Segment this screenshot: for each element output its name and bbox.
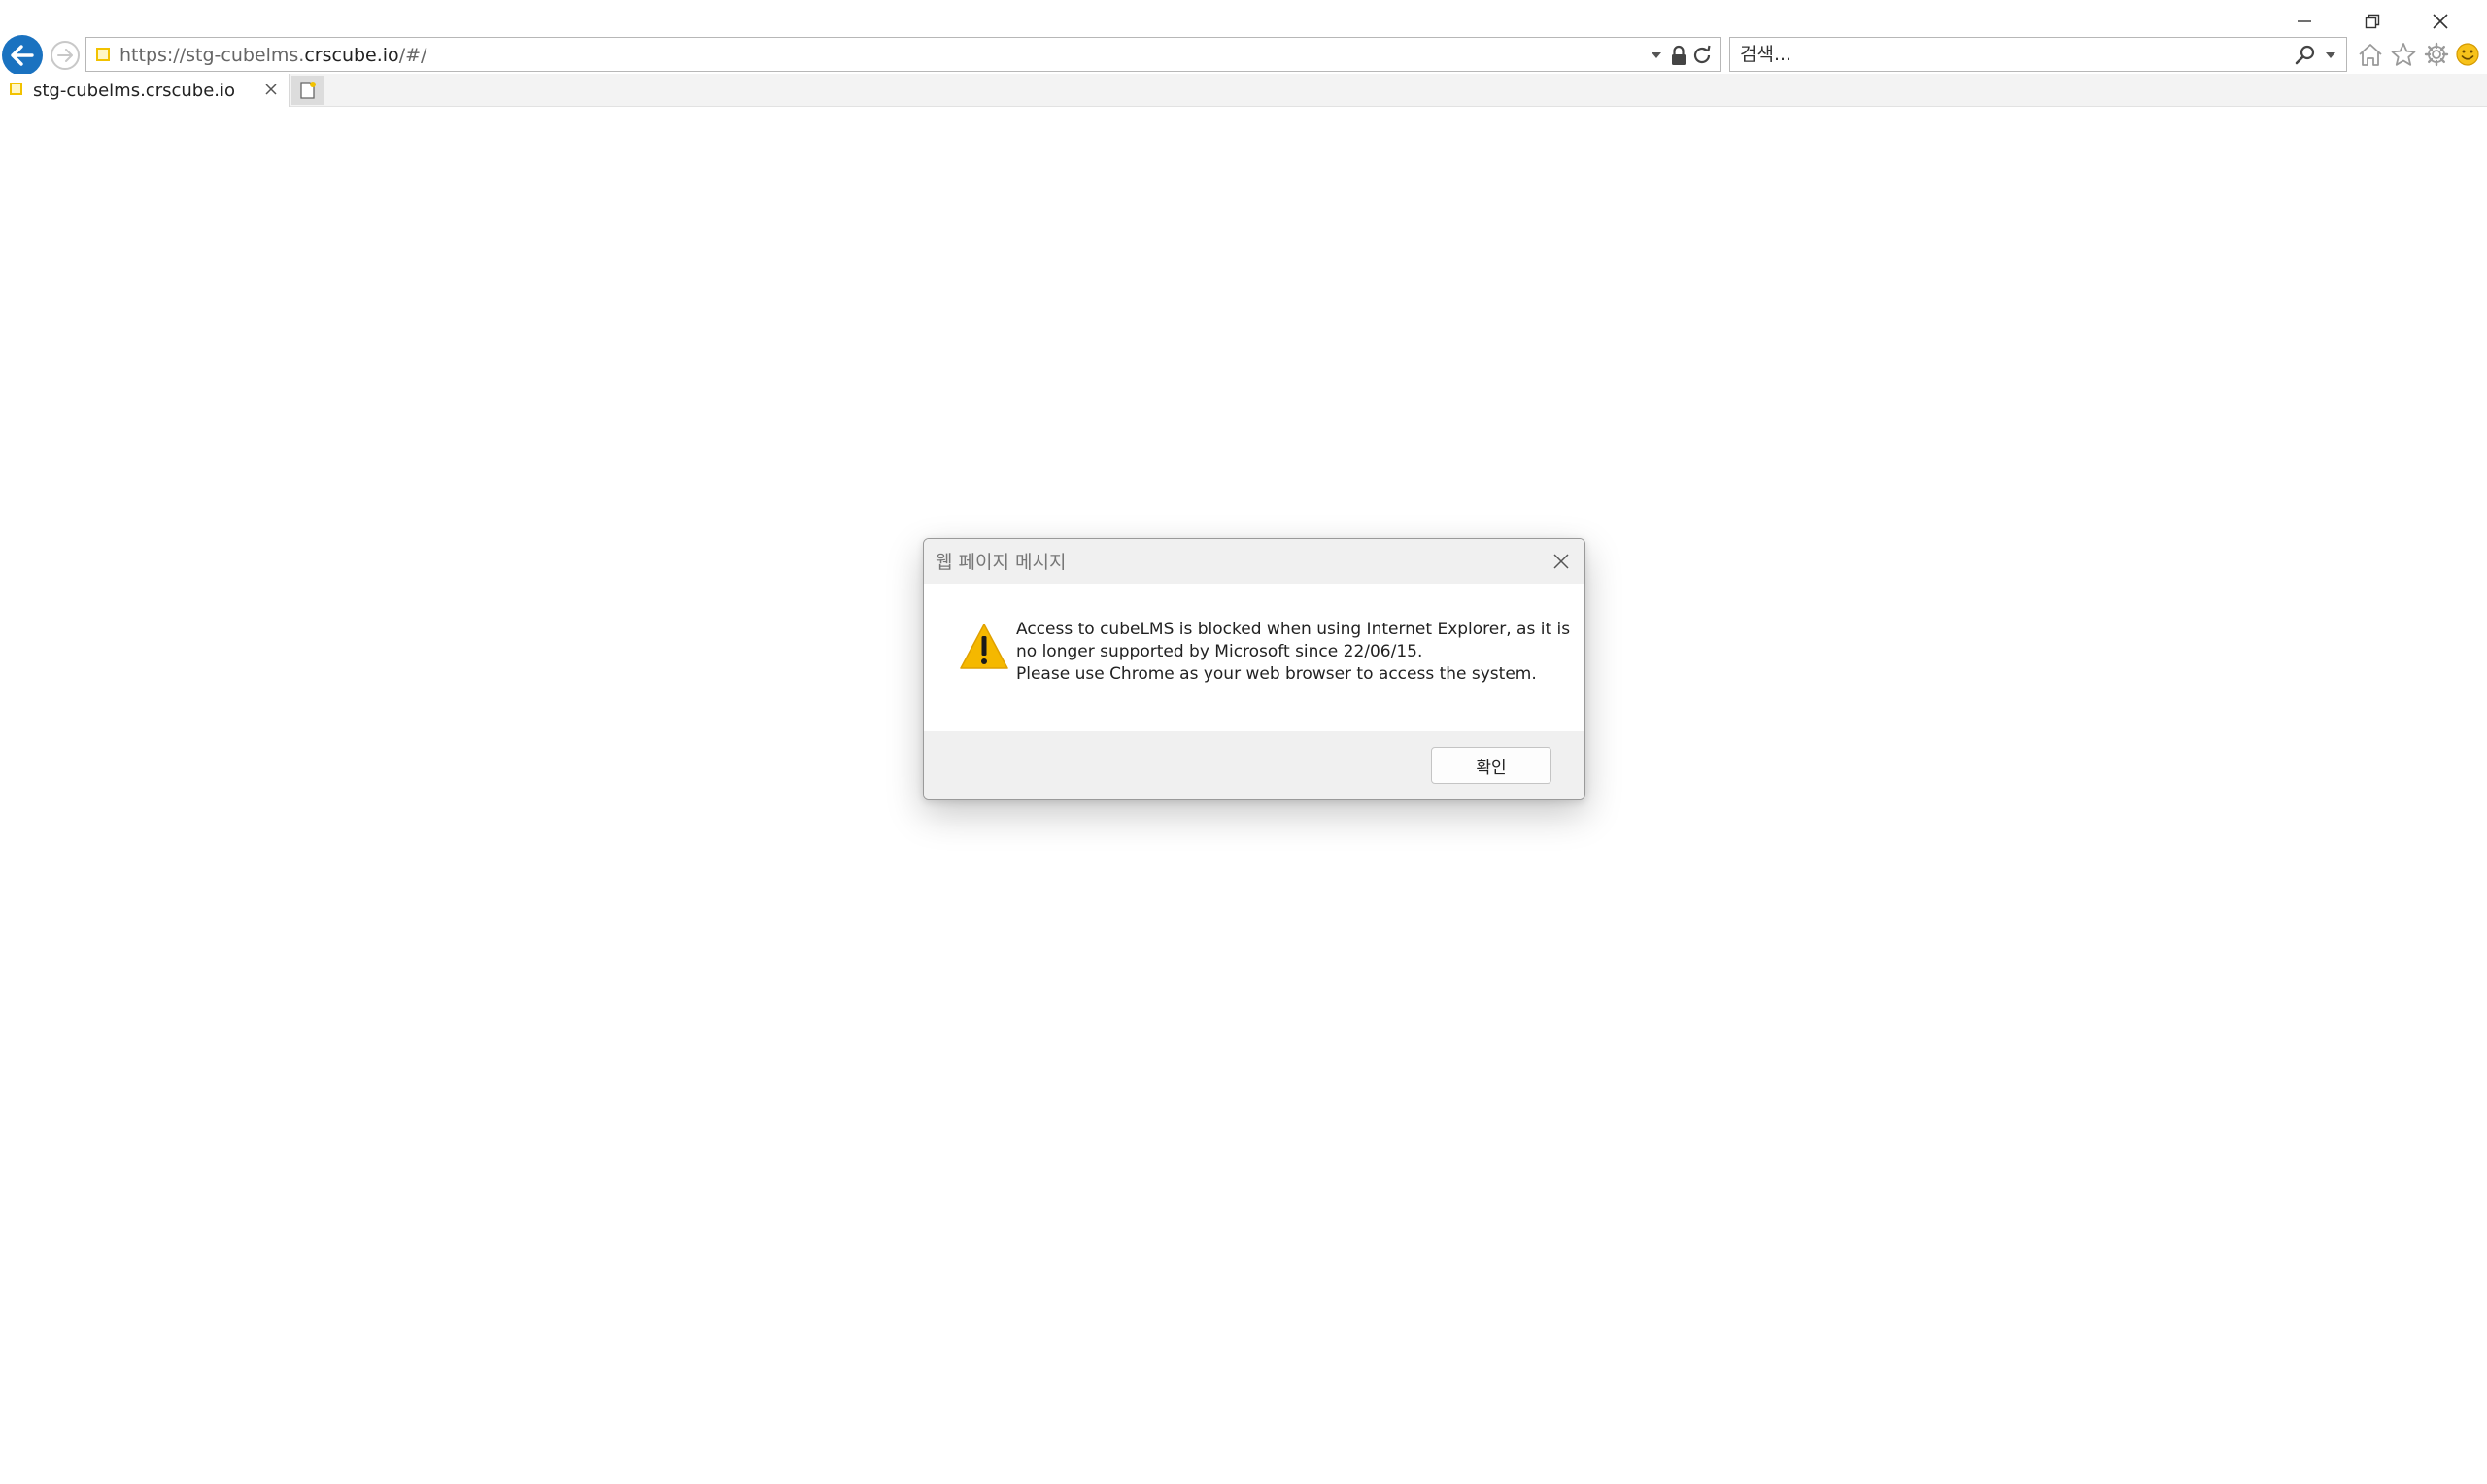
dialog-footer: 확인	[924, 731, 1584, 799]
dialog-title: 웹 페이지 메시지	[936, 552, 1067, 573]
arrow-left-icon	[11, 45, 34, 66]
smiley-icon	[2456, 43, 2479, 66]
tab-bar: stg-cubelms.crscube.io	[0, 74, 2487, 107]
dialog-close-button[interactable]	[1548, 548, 1575, 575]
home-button[interactable]	[2355, 39, 2386, 70]
lock-icon[interactable]	[1670, 45, 1687, 66]
home-icon	[2359, 44, 2382, 66]
minimize-icon	[2298, 20, 2311, 22]
tab-title: stg-cubelms.crscube.io	[33, 81, 236, 101]
forward-button[interactable]	[51, 41, 80, 70]
tab-close-button[interactable]	[261, 80, 281, 99]
new-tab-button[interactable]	[291, 76, 324, 105]
back-button[interactable]	[2, 35, 43, 76]
dialog-message-line: no longer supported by Microsoft since 2…	[1016, 642, 1423, 661]
caret-down-icon	[1652, 52, 1661, 58]
restore-icon	[2365, 14, 2380, 29]
address-row: https://stg-cubelms.crscube.io/#/	[0, 31, 2487, 78]
favorites-button[interactable]	[2388, 39, 2419, 70]
close-icon	[265, 84, 277, 95]
search-box[interactable]	[1729, 37, 2347, 72]
star-icon	[2391, 43, 2416, 66]
ok-button[interactable]: 확인	[1431, 747, 1551, 784]
address-bar[interactable]: https://stg-cubelms.crscube.io/#/	[85, 37, 1721, 72]
search-input[interactable]	[1738, 40, 2282, 69]
toolbar-icons	[2355, 39, 2487, 74]
tools-button[interactable]	[2421, 39, 2452, 70]
tab-active[interactable]: stg-cubelms.crscube.io	[0, 74, 290, 107]
dialog-message-line: Please use Chrome as your web browser to…	[1016, 664, 1537, 684]
new-tab-icon	[300, 82, 316, 99]
search-icon[interactable]	[2294, 44, 2317, 67]
site-icon	[96, 48, 110, 61]
close-icon	[1553, 554, 1569, 569]
feedback-button[interactable]	[2452, 39, 2483, 70]
gear-icon	[2424, 42, 2449, 67]
url-suffix: /#/	[398, 45, 427, 66]
tab-site-icon	[10, 83, 22, 95]
dialog-message: Access to cubeLMS is blocked when using …	[1016, 619, 1571, 686]
warning-icon	[960, 624, 1008, 669]
refresh-icon[interactable]	[1691, 45, 1713, 66]
caret-down-icon	[2326, 52, 2335, 58]
address-url[interactable]: https://stg-cubelms.crscube.io/#/	[119, 45, 426, 66]
url-domain: crscube.io	[304, 45, 399, 66]
dialog-body: Access to cubeLMS is blocked when using …	[924, 584, 1584, 731]
web-page-message-dialog: 웹 페이지 메시지 Access to cubeLMS is blocked w…	[923, 538, 1585, 800]
url-prefix: https://stg-cubelms.	[119, 45, 305, 66]
search-dropdown-button[interactable]	[2323, 46, 2338, 65]
close-icon	[2433, 14, 2448, 29]
dialog-titlebar[interactable]: 웹 페이지 메시지	[924, 539, 1584, 584]
dialog-message-line: Access to cubeLMS is blocked when using …	[1016, 620, 1571, 639]
address-dropdown-button[interactable]	[1649, 46, 1664, 65]
arrow-right-icon	[57, 49, 73, 62]
